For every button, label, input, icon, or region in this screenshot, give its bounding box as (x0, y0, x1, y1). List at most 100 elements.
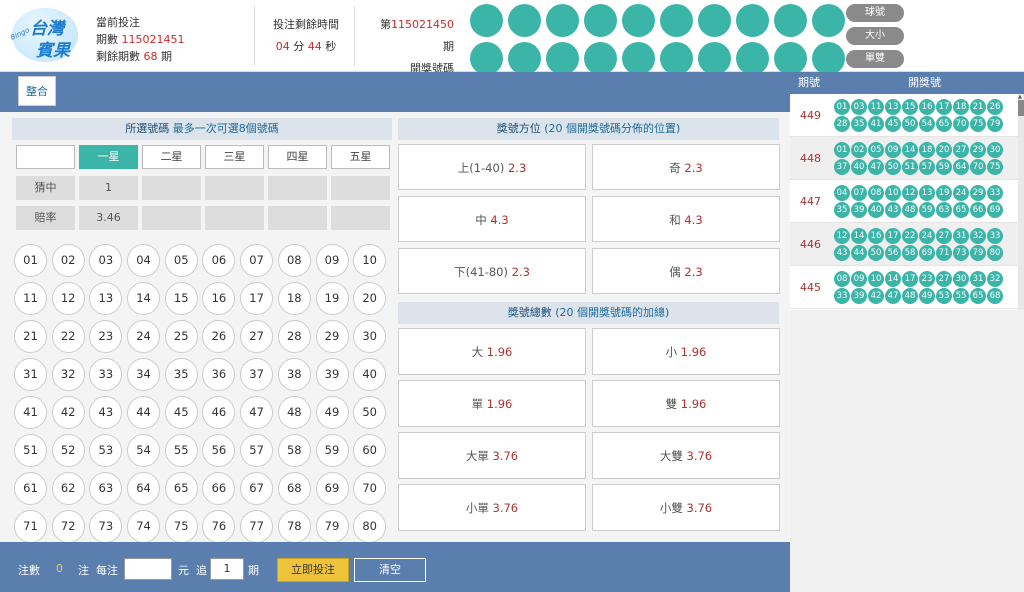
number-ball[interactable]: 61 (14, 472, 47, 505)
number-ball[interactable]: 43 (89, 396, 123, 429)
number-ball[interactable]: 14 (127, 282, 161, 315)
number-ball[interactable]: 22 (51, 320, 85, 353)
number-ball[interactable]: 50 (353, 396, 387, 429)
number-ball[interactable]: 62 (51, 472, 85, 505)
total-option[interactable]: 小 1.96 (592, 328, 780, 375)
number-ball[interactable]: 35 (164, 358, 198, 391)
number-ball[interactable]: 11 (14, 282, 47, 315)
number-ball[interactable]: 77 (240, 510, 274, 543)
number-ball[interactable]: 31 (14, 358, 47, 391)
position-option[interactable]: 中 4.3 (398, 196, 586, 242)
number-ball[interactable]: 60 (353, 434, 387, 467)
number-ball[interactable]: 59 (315, 434, 349, 467)
number-ball[interactable]: 02 (51, 244, 85, 277)
number-ball[interactable]: 26 (202, 320, 236, 353)
number-ball[interactable]: 52 (51, 434, 85, 467)
mode-button-size[interactable]: 大小 (846, 27, 904, 45)
number-ball[interactable]: 04 (127, 244, 161, 277)
number-ball[interactable]: 68 (277, 472, 311, 505)
star-3[interactable]: 三星 (205, 145, 264, 169)
position-option[interactable]: 下(41-80) 2.3 (398, 248, 586, 294)
total-option[interactable]: 小單 3.76 (398, 484, 586, 531)
number-ball[interactable]: 42 (51, 396, 85, 429)
number-ball[interactable]: 47 (240, 396, 274, 429)
number-ball[interactable]: 12 (51, 282, 85, 315)
clear-button[interactable]: 清空 (354, 558, 426, 582)
number-ball[interactable]: 06 (202, 244, 236, 277)
number-ball[interactable]: 20 (353, 282, 387, 315)
number-ball[interactable]: 49 (315, 396, 349, 429)
number-ball[interactable]: 32 (51, 358, 85, 391)
number-ball[interactable]: 67 (240, 472, 274, 505)
number-ball[interactable]: 48 (277, 396, 311, 429)
number-ball[interactable]: 37 (240, 358, 274, 391)
number-ball[interactable]: 72 (51, 510, 85, 543)
number-ball[interactable]: 63 (89, 472, 123, 505)
number-ball[interactable]: 27 (240, 320, 274, 353)
number-ball[interactable]: 41 (14, 396, 47, 429)
total-option[interactable]: 雙 1.96 (592, 380, 780, 427)
number-ball[interactable]: 69 (315, 472, 349, 505)
position-option[interactable]: 偶 2.3 (592, 248, 780, 294)
total-option[interactable]: 小雙 3.76 (592, 484, 780, 531)
number-ball[interactable]: 44 (127, 396, 161, 429)
star-blank[interactable] (16, 145, 75, 169)
number-ball[interactable]: 19 (315, 282, 349, 315)
total-option[interactable]: 大雙 3.76 (592, 432, 780, 479)
number-ball[interactable]: 75 (164, 510, 198, 543)
number-ball[interactable]: 78 (277, 510, 311, 543)
number-ball[interactable]: 17 (240, 282, 274, 315)
number-ball[interactable]: 46 (202, 396, 236, 429)
number-ball[interactable]: 38 (277, 358, 311, 391)
mode-button-number[interactable]: 球號 (846, 4, 904, 22)
number-ball[interactable]: 09 (315, 244, 349, 277)
number-ball[interactable]: 28 (277, 320, 311, 353)
number-ball[interactable]: 34 (127, 358, 161, 391)
star-1[interactable]: 一星 (79, 145, 138, 169)
scroll-thumb[interactable] (1018, 100, 1024, 116)
total-option[interactable]: 單 1.96 (398, 380, 586, 427)
number-ball[interactable]: 10 (353, 244, 387, 277)
number-ball[interactable]: 33 (89, 358, 123, 391)
chase-periods-input[interactable]: 1 (210, 558, 244, 580)
number-ball[interactable]: 03 (89, 244, 123, 277)
number-ball[interactable]: 08 (277, 244, 311, 277)
number-ball[interactable]: 51 (14, 434, 47, 467)
star-4[interactable]: 四星 (268, 145, 327, 169)
number-ball[interactable]: 66 (202, 472, 236, 505)
number-ball[interactable]: 25 (164, 320, 198, 353)
number-ball[interactable]: 13 (89, 282, 123, 315)
number-ball[interactable]: 73 (89, 510, 123, 543)
number-ball[interactable]: 05 (164, 244, 198, 277)
number-ball[interactable]: 40 (353, 358, 387, 391)
number-ball[interactable]: 39 (315, 358, 349, 391)
number-ball[interactable]: 01 (14, 244, 47, 277)
number-ball[interactable]: 18 (277, 282, 311, 315)
number-ball[interactable]: 58 (277, 434, 311, 467)
number-ball[interactable]: 70 (353, 472, 387, 505)
star-2[interactable]: 二星 (142, 145, 201, 169)
number-ball[interactable]: 07 (240, 244, 274, 277)
total-option[interactable]: 大單 3.76 (398, 432, 586, 479)
number-ball[interactable]: 56 (202, 434, 236, 467)
tab-integrated[interactable]: 整合 (18, 76, 56, 106)
position-option[interactable]: 和 4.3 (592, 196, 780, 242)
number-ball[interactable]: 76 (202, 510, 236, 543)
number-ball[interactable]: 71 (14, 510, 47, 543)
star-5[interactable]: 五星 (331, 145, 390, 169)
number-ball[interactable]: 80 (353, 510, 387, 543)
number-ball[interactable]: 79 (315, 510, 349, 543)
mode-button-oddeven[interactable]: 單雙 (846, 50, 904, 68)
number-ball[interactable]: 21 (14, 320, 47, 353)
number-ball[interactable]: 65 (164, 472, 198, 505)
bet-amount-input[interactable] (124, 558, 172, 580)
submit-bet-button[interactable]: 立即投注 (277, 558, 349, 582)
number-ball[interactable]: 53 (89, 434, 123, 467)
number-ball[interactable]: 54 (127, 434, 161, 467)
number-ball[interactable]: 64 (127, 472, 161, 505)
number-ball[interactable]: 45 (164, 396, 198, 429)
position-option[interactable]: 奇 2.3 (592, 144, 780, 190)
number-ball[interactable]: 36 (202, 358, 236, 391)
number-ball[interactable]: 16 (202, 282, 236, 315)
history-list[interactable]: 449 01 03 11 13 15 16 17 18 21 26 28 35 41 45 50 54 65 70 7… (790, 94, 1018, 310)
